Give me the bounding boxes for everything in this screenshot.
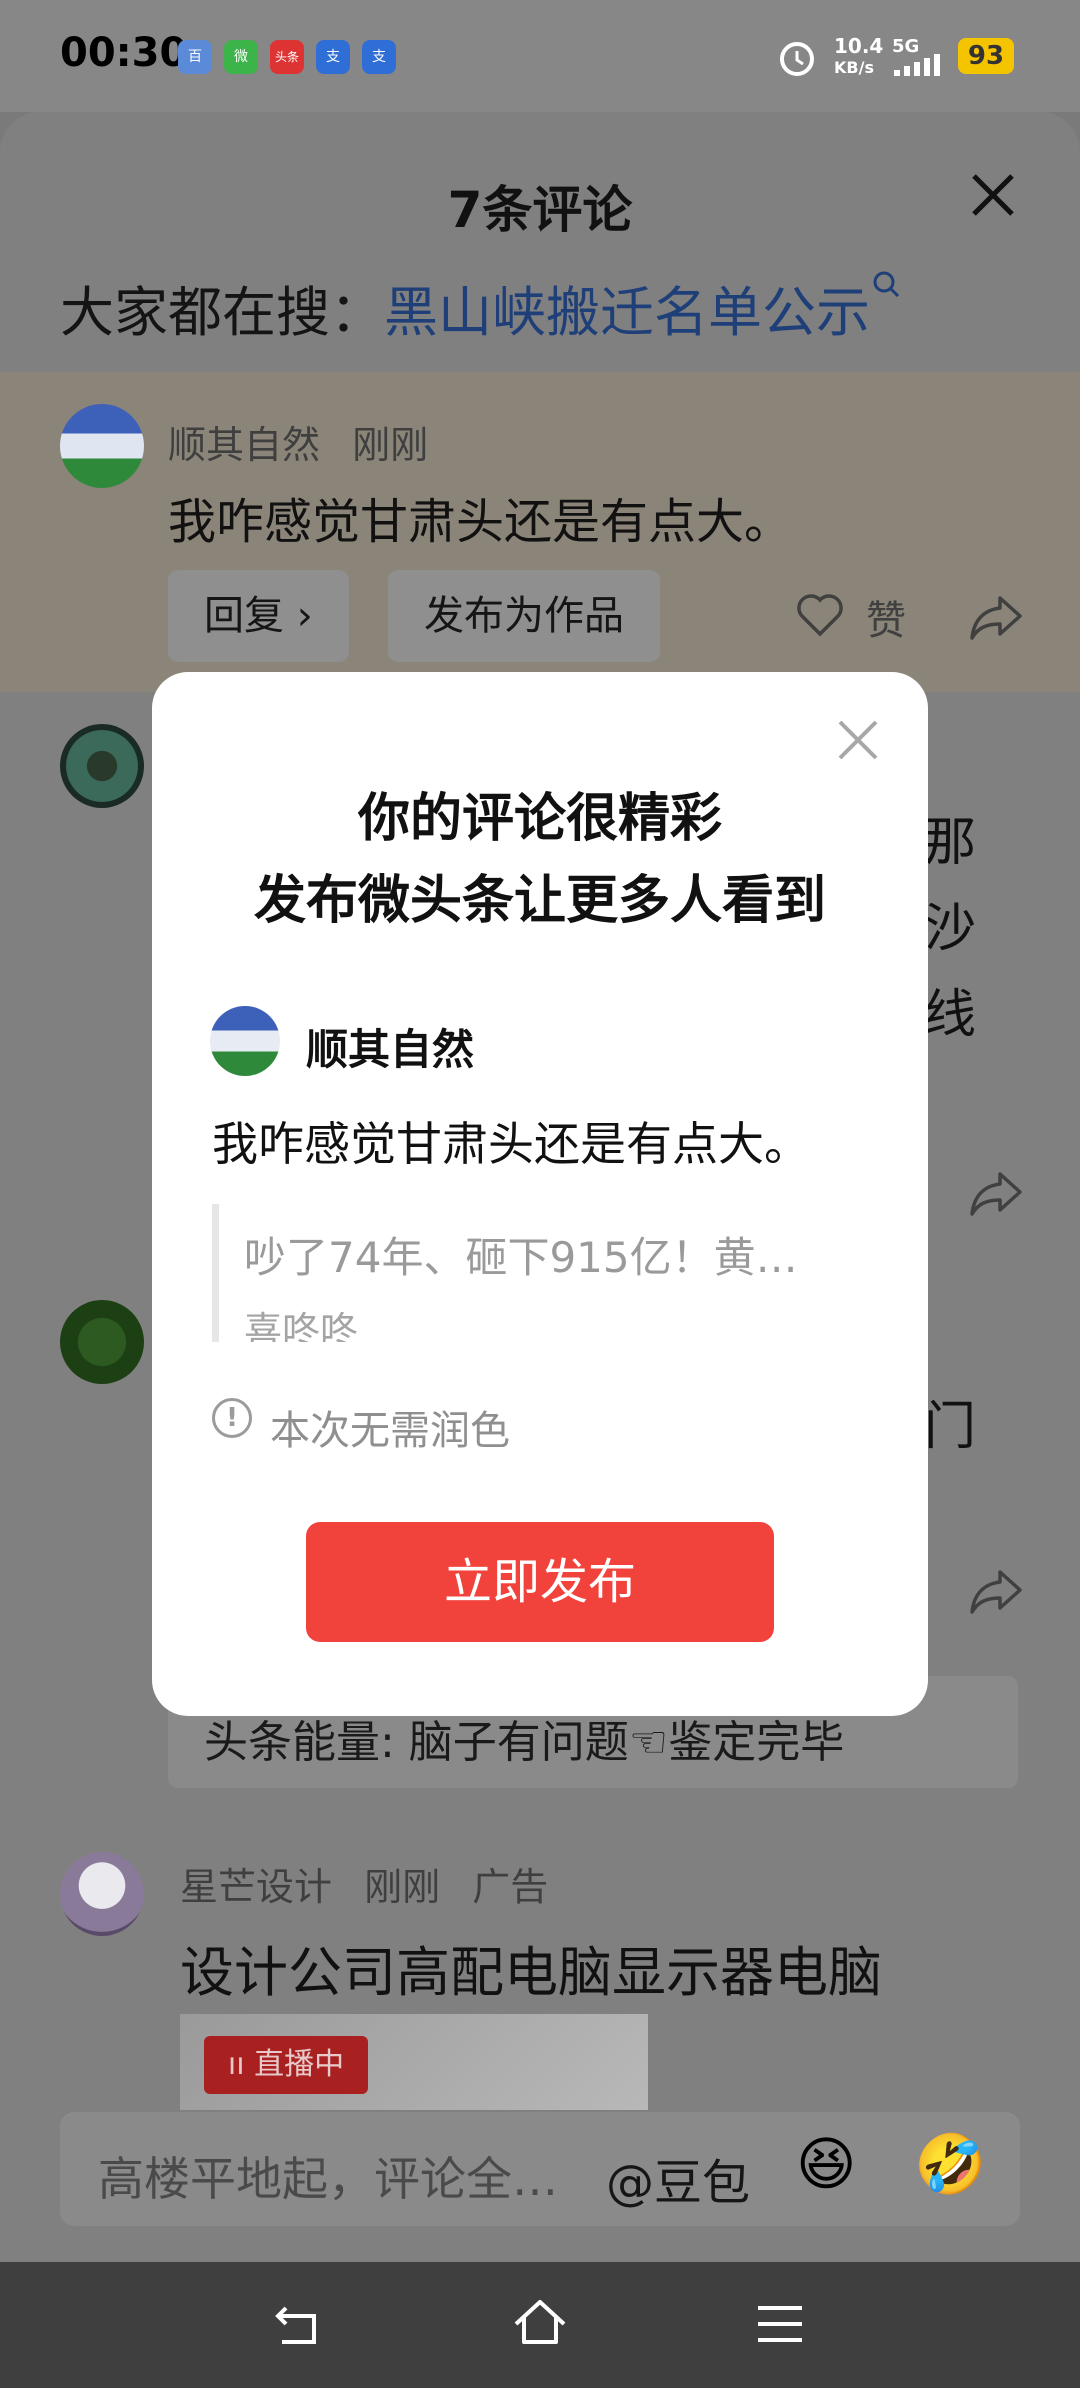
comment-input-placeholder[interactable]: 高楼平地起，评论全… [98, 2143, 558, 2209]
ad-comment-meta: 星芒设计 刚刚 广告 [180, 1856, 548, 1911]
publish-as-post-button[interactable]: 发布为作品 [388, 570, 660, 662]
search-icon [873, 271, 900, 298]
avatar[interactable] [60, 1852, 144, 1936]
quote-bar [212, 1204, 219, 1342]
live-badge: ıı 直播中 [204, 2036, 368, 2094]
net-speed: 10.4 [834, 34, 884, 58]
close-icon[interactable] [968, 170, 1018, 220]
doubao-mention-button[interactable]: @豆包 [606, 2143, 750, 2213]
avatar[interactable] [60, 724, 144, 808]
comment-username[interactable]: 顺其自然 [168, 423, 320, 467]
toutiao-app-icon: 头条 [270, 40, 304, 74]
comment-user: 顺其自然 刚刚 [168, 414, 428, 469]
trending-search: 大家都在搜：黑山峡搬迁名单公示 [60, 268, 900, 347]
battery-level: 93 [958, 38, 1014, 74]
ad-tag: 广告 [472, 1865, 549, 1909]
comment-username[interactable]: 星芒设计 [180, 1865, 332, 1909]
avatar[interactable] [60, 1300, 144, 1384]
comment-text-fragment: 沙 [924, 899, 977, 959]
signal-icon [894, 54, 940, 76]
status-time: 00:30 [60, 30, 188, 76]
alarm-icon [780, 42, 814, 76]
menu-icon[interactable] [752, 2296, 808, 2352]
dialog-title-line2: 发布微头条让更多人看到 [253, 871, 826, 931]
dialog-title-line1: 你的评论很精彩 [357, 789, 722, 849]
like-label[interactable]: 赞 [866, 588, 906, 646]
share-icon[interactable] [968, 588, 1024, 644]
alipay-app-icon-2: 支 [362, 40, 396, 74]
quoted-article-author: 喜咚咚 [244, 1309, 359, 1342]
laugh-emoji-icon[interactable]: 😆 [796, 2130, 856, 2198]
comment-text-fragment: 那 [924, 813, 977, 873]
publish-now-button[interactable]: 立即发布 [306, 1522, 774, 1642]
comments-title: 7条评论 [447, 181, 633, 239]
alipay-app-icon: 支 [316, 40, 350, 74]
back-icon[interactable] [272, 2296, 328, 2352]
baidu-app-icon: 百 [178, 40, 212, 74]
rofl-emoji-icon[interactable]: 🤣 [914, 2130, 986, 2199]
heart-icon[interactable] [794, 588, 846, 640]
reply-button[interactable]: 回复 › [168, 570, 349, 662]
comment-time: 刚刚 [352, 423, 429, 467]
info-icon: ! [212, 1398, 252, 1438]
home-icon[interactable] [512, 2296, 568, 2352]
avatar[interactable] [60, 404, 144, 488]
dialog-comment-text: 我咋感觉甘肃头还是有点大。 [212, 1117, 810, 1171]
dialog-close-icon[interactable] [836, 718, 880, 762]
net-speed-unit: KB/s [834, 58, 874, 77]
no-polish-note: 本次无需润色 [270, 1408, 510, 1454]
trending-link[interactable]: 黑山峡搬迁名单公示 [384, 281, 870, 344]
dialog-avatar [210, 1006, 280, 1076]
share-icon[interactable] [968, 1164, 1024, 1220]
dialog-username: 顺其自然 [306, 1025, 475, 1074]
share-icon[interactable] [968, 1562, 1024, 1618]
comment-time: 刚刚 [364, 1865, 441, 1909]
ad-comment-text[interactable]: 设计公司高配电脑显示器电脑 [180, 1928, 882, 2007]
comment-text-fragment: 线 [924, 985, 977, 1045]
wechat-app-icon: 微 [224, 40, 258, 74]
comment-text: 我咋感觉甘肃头还是有点大。 [168, 494, 793, 550]
quoted-article-title: 吵了74年、砸下915亿！黄… [244, 1233, 798, 1282]
trending-label: 大家都在搜： [60, 281, 384, 344]
comment-text-fragment: 门 [924, 1397, 977, 1457]
